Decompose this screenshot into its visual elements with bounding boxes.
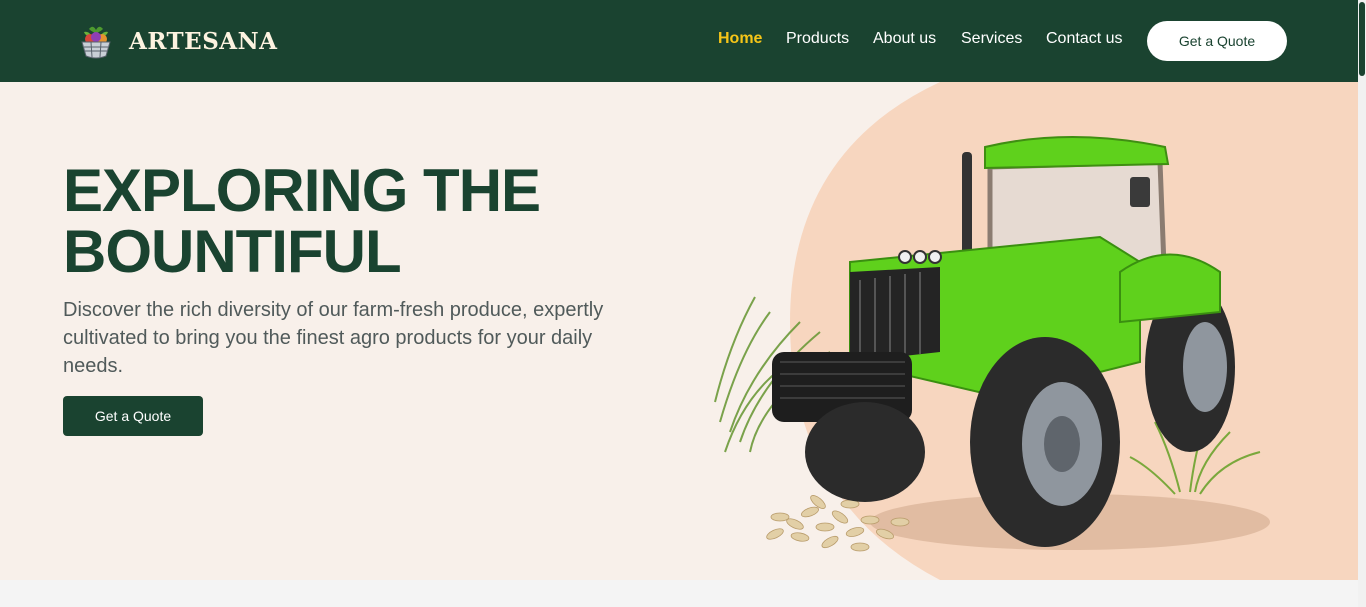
- nav-link-about-us[interactable]: About us: [873, 30, 936, 48]
- hero-title-line-1: EXPLORING THE: [63, 157, 541, 224]
- page-scrollbar-thumb[interactable]: [1359, 2, 1365, 76]
- hero-title: EXPLORING THE BOUNTIFUL: [63, 160, 623, 282]
- page-scrollbar-track[interactable]: [1358, 0, 1366, 607]
- nav-link-contact-us[interactable]: Contact us: [1046, 30, 1122, 48]
- get-a-quote-nav-button[interactable]: Get a Quote: [1147, 21, 1287, 61]
- top-navbar: ARTESANA Home Products About us Services…: [0, 0, 1358, 82]
- get-a-quote-hero-button[interactable]: Get a Quote: [63, 396, 203, 436]
- nav-link-home[interactable]: Home: [718, 30, 762, 48]
- tractor-hero-image: [714, 136, 1270, 552]
- hero-title-line-2: BOUNTIFUL: [63, 218, 402, 285]
- nav-link-products[interactable]: Products: [786, 30, 849, 48]
- nav-link-services[interactable]: Services: [961, 30, 1022, 48]
- hero-section: EXPLORING THE BOUNTIFUL Discover the ric…: [0, 82, 1358, 580]
- hero-description: Discover the rich diversity of our farm-…: [63, 299, 604, 377]
